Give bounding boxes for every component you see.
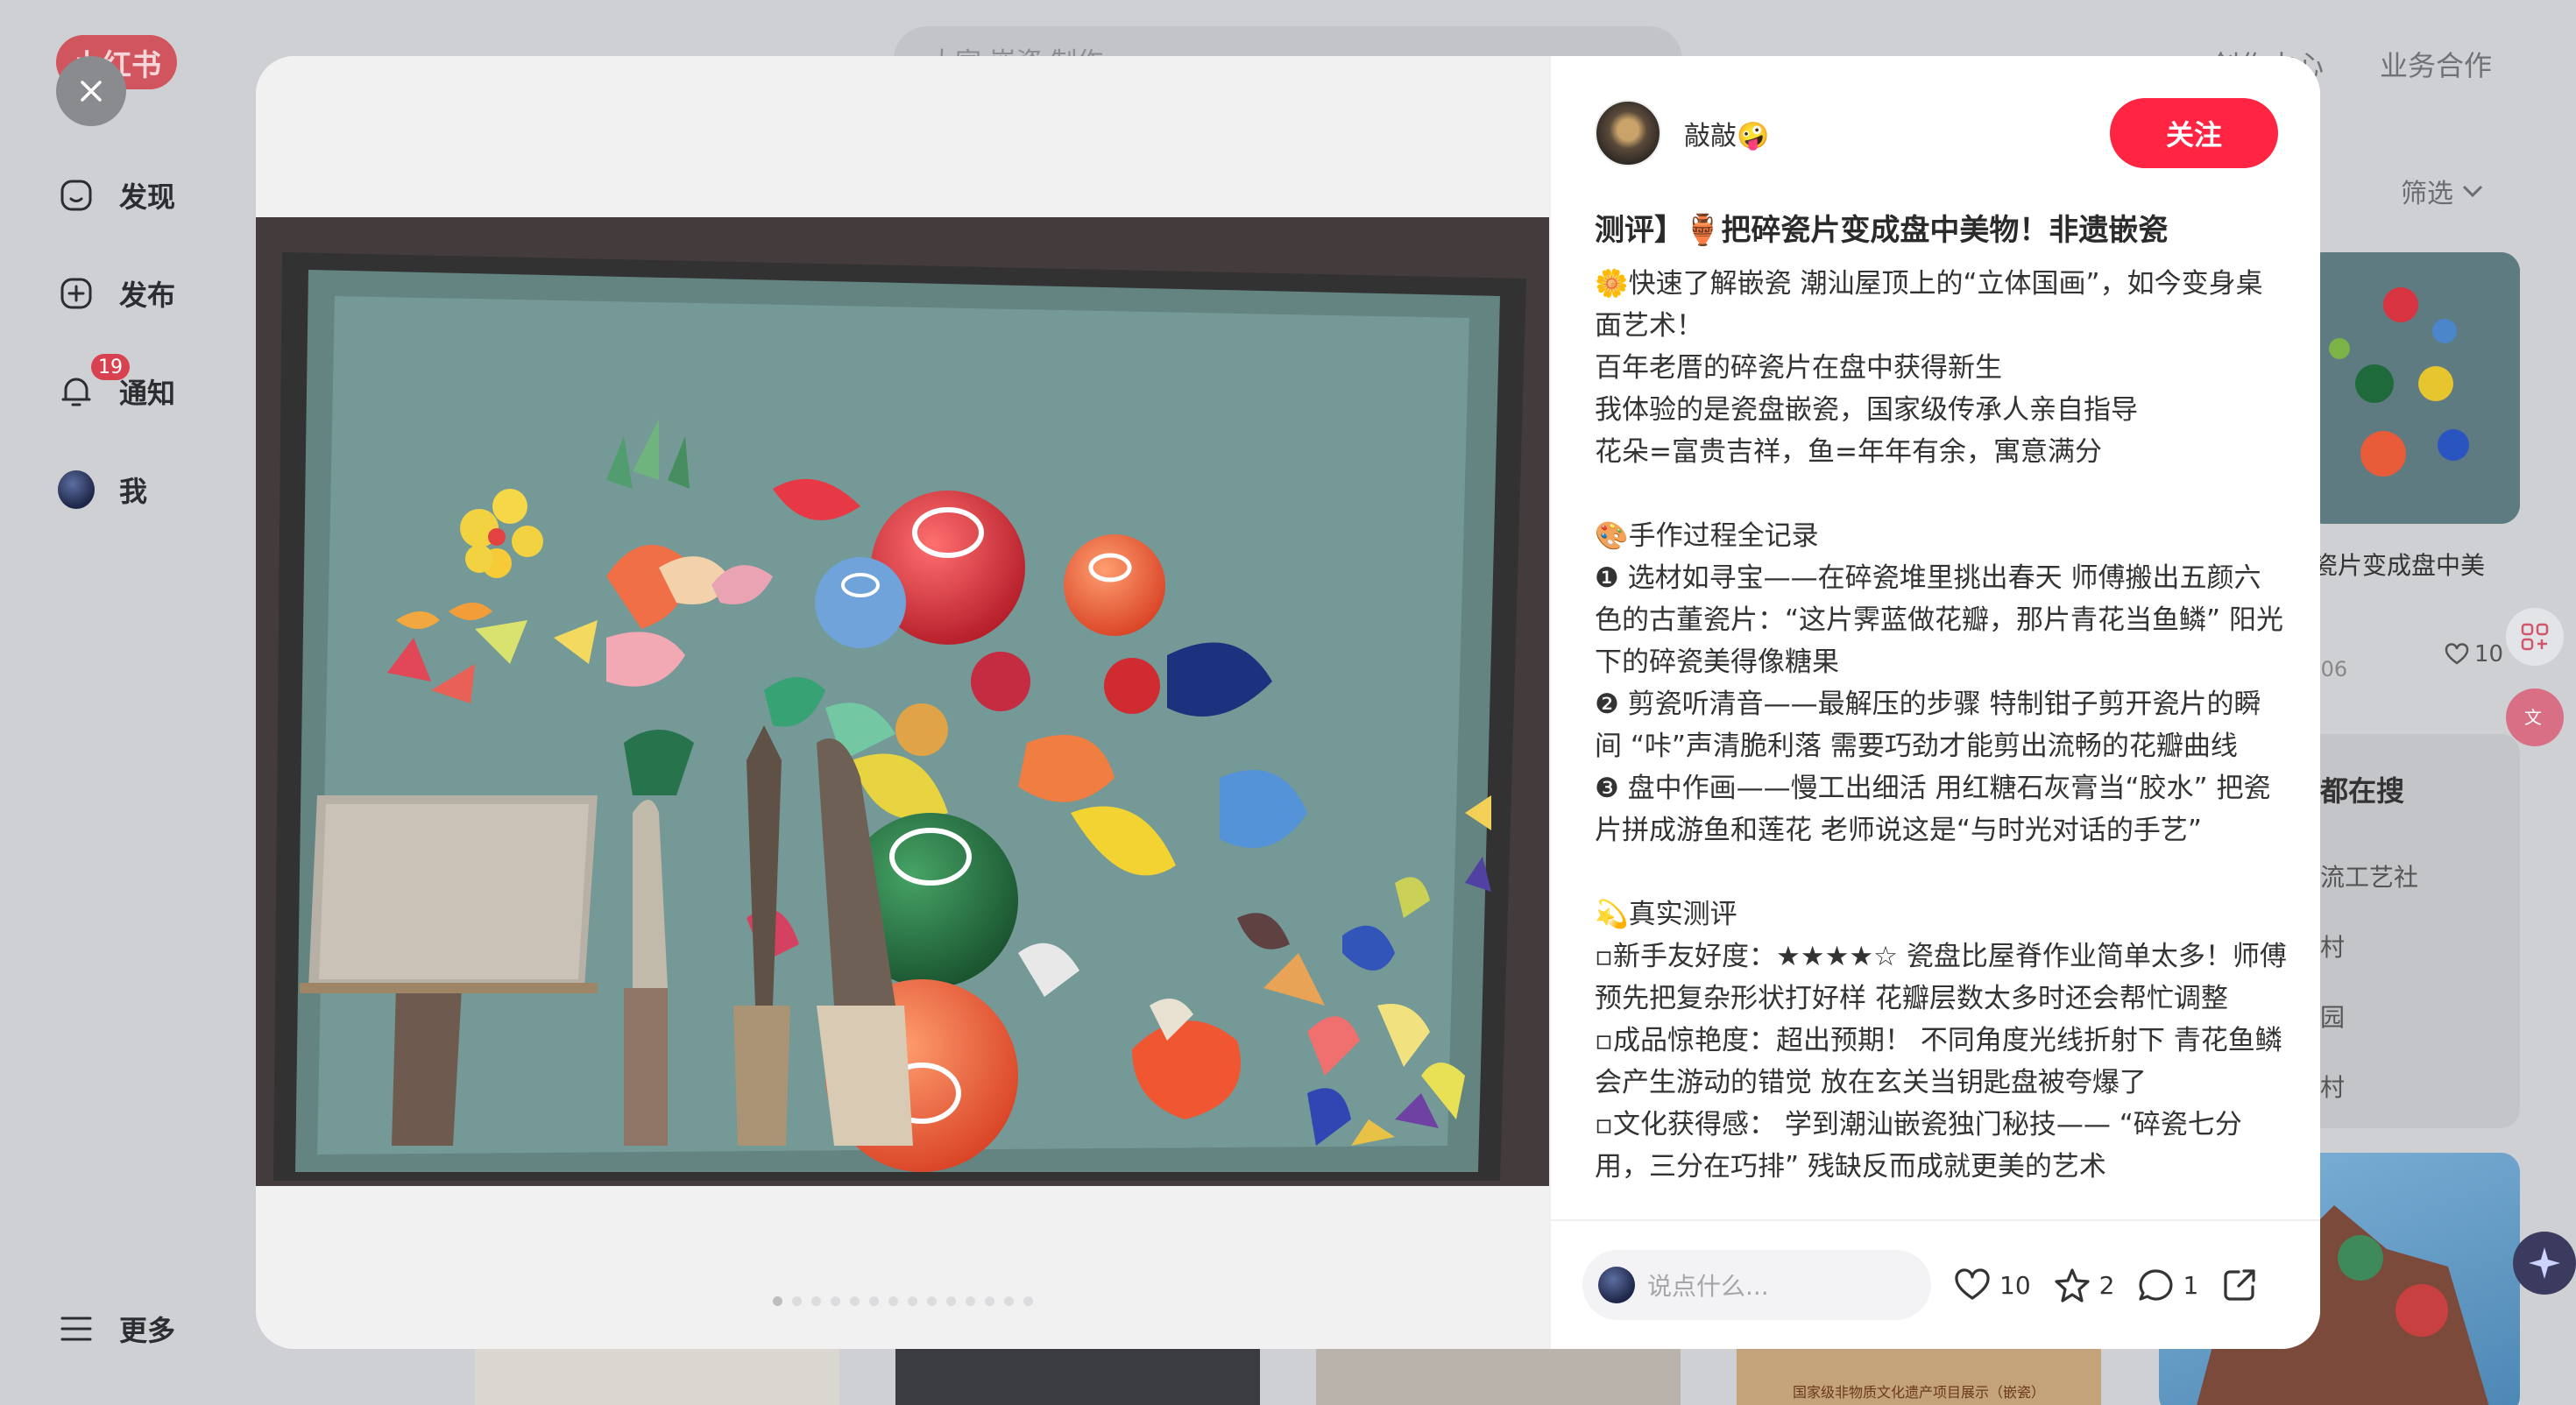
pagination-dot[interactable] — [984, 1296, 994, 1306]
note-detail-modal: 敲敲🤪 关注 测评】🏺把碎瓷片变成盘中美物！非遗嵌瓷 🌼快速了解嵌瓷 潮汕屋顶上… — [256, 56, 2320, 1349]
note-media-area[interactable] — [256, 56, 1549, 1349]
feed-card-title[interactable]: 瓷片变成盘中美 — [2313, 547, 2485, 582]
feed-card-image[interactable]: 国家级非物质文化遗产项目展示（嵌瓷） — [1737, 1349, 2101, 1405]
pagination-dot[interactable] — [1003, 1296, 1014, 1306]
comment-count: 1 — [2183, 1270, 2199, 1300]
sidebar-item-notifications[interactable]: 19 通知 — [58, 354, 176, 412]
note-text-line: ▫新手友好度：★★★★☆ 瓷盘比屋脊作业简单太多！师傅预先把复杂形状打好样 花瓣… — [1595, 941, 2287, 1014]
sidebar-item-me[interactable]: 我 — [58, 470, 147, 510]
filter-label: 筛选 — [2401, 179, 2453, 209]
notification-badge: 19 — [91, 354, 130, 380]
note-text-line: 百年老厝的碎瓷片在盘中获得新生 — [1595, 352, 2002, 384]
follow-button[interactable]: 关注 — [2110, 98, 2278, 168]
layout-grid-icon[interactable] — [2506, 608, 2564, 666]
filter-button[interactable]: 筛选 — [2401, 172, 2483, 210]
sidebar-item-label: 更多 — [119, 1314, 176, 1347]
image-pagination-dots[interactable] — [256, 1296, 1549, 1306]
engagement-bar: 说点什么... 10 2 1 — [1551, 1219, 2320, 1349]
note-text-line: ❶ 选材如寻宝——在碎瓷堆里挑出春天 师傅搬出五颜六色的古董瓷片：“这片霁蓝做花… — [1595, 562, 2283, 678]
user-avatar — [1598, 1267, 1635, 1303]
pagination-dot[interactable] — [907, 1296, 917, 1306]
note-title: 测评】🏺把碎瓷片变成盘中美物！非遗嵌瓷 — [1595, 213, 2169, 248]
ai-sparkle-icon[interactable] — [2513, 1232, 2576, 1295]
collect-count: 2 — [2098, 1270, 2115, 1300]
share-button[interactable] — [2221, 1267, 2258, 1303]
pagination-dot[interactable] — [965, 1296, 975, 1306]
feed-card-image[interactable] — [475, 1349, 839, 1405]
pagination-dot[interactable] — [791, 1296, 802, 1306]
feed-card-likes[interactable]: 10 — [2445, 641, 2503, 667]
note-text-line: ❷ 剪瓷听清音——最解压的步骤 特制钳子剪开瓷片的瞬间 “咔”声清脆利落 需要巧… — [1595, 688, 2261, 762]
pagination-dot[interactable] — [772, 1296, 782, 1306]
pagination-dot[interactable] — [1023, 1296, 1033, 1306]
trending-item[interactable]: 村 — [2320, 1069, 2345, 1104]
sidebar-item-label: 通知 — [119, 377, 176, 410]
trending-title: 都在搜 — [2320, 774, 2405, 808]
trending-item[interactable]: 流工艺社 — [2320, 858, 2418, 893]
note-content[interactable]: 测评】🏺把碎瓷片变成盘中美物！非遗嵌瓷 🌼快速了解嵌瓷 潮汕屋顶上的“立体国画”… — [1595, 205, 2287, 1281]
feed-card-image[interactable] — [1316, 1349, 1681, 1405]
svg-text:文: 文 — [2524, 707, 2542, 728]
comment-placeholder: 说点什么... — [1647, 1272, 1769, 1301]
note-text-line: ❸ 盘中作画——慢工出细活 用红糖石灰膏当“胶水” 把瓷片拼成游鱼和莲花 老师说… — [1595, 773, 2271, 846]
pagination-dot[interactable] — [830, 1296, 840, 1306]
pagination-dot[interactable] — [888, 1296, 898, 1306]
sidebar-item-label: 发现 — [119, 180, 176, 214]
user-avatar — [58, 470, 95, 509]
like-button[interactable]: 10 — [1954, 1268, 2031, 1302]
close-button[interactable] — [56, 56, 126, 126]
sidebar-item-publish[interactable]: 发布 — [58, 273, 175, 314]
pagination-dot[interactable] — [945, 1296, 956, 1306]
collect-button[interactable]: 2 — [2054, 1267, 2115, 1303]
heart-icon — [2445, 643, 2469, 665]
pagination-dot[interactable] — [926, 1296, 937, 1306]
author-name[interactable]: 敲敲🤪 — [1684, 114, 1769, 152]
note-body: 🌼快速了解嵌瓷 潮汕屋顶上的“立体国画”，如今变身桌面艺术！ 百年老厝的碎瓷片在盘… — [1595, 263, 2287, 1188]
note-text-line: 🌼快速了解嵌瓷 潮汕屋顶上的“立体国画”，如今变身桌面艺术！ — [1595, 268, 2263, 342]
menu-icon — [58, 1310, 95, 1347]
sidebar-item-discover[interactable]: 发现 — [58, 175, 175, 215]
comment-input[interactable]: 说点什么... — [1582, 1250, 1931, 1320]
author-avatar[interactable] — [1595, 100, 1661, 166]
note-text-line: ▫文化获得感： 学到潮汕嵌瓷独门秘技—— “碎瓷七分用，三分在巧排” 残缺反而成… — [1595, 1109, 2242, 1183]
pagination-dot[interactable] — [810, 1296, 821, 1306]
note-side-panel: 敲敲🤪 关注 测评】🏺把碎瓷片变成盘中美物！非遗嵌瓷 🌼快速了解嵌瓷 潮汕屋顶上… — [1549, 56, 2320, 1349]
share-icon — [2224, 1269, 2255, 1301]
trending-item[interactable]: 村 — [2320, 928, 2345, 964]
note-text-line: 💫真实测评 — [1595, 899, 1737, 930]
feed-card-image[interactable] — [895, 1349, 1260, 1405]
trending-item[interactable]: 园 — [2320, 999, 2345, 1034]
chevron-down-icon — [2462, 185, 2483, 197]
plus-square-icon — [58, 275, 95, 312]
bell-icon: 19 — [58, 354, 130, 410]
translate-icon[interactable]: 文 — [2506, 688, 2564, 746]
banner-text: 国家级非物质文化遗产项目展示（嵌瓷） — [1792, 1384, 2045, 1401]
sidebar-item-more[interactable]: 更多 — [58, 1309, 175, 1349]
note-photo[interactable] — [256, 217, 1549, 1186]
home-icon — [58, 177, 95, 214]
sidebar-item-label: 发布 — [119, 279, 176, 312]
feed-card-likes-count: 10 — [2474, 641, 2504, 667]
pagination-dot[interactable] — [849, 1296, 860, 1306]
feed-card-image[interactable] — [2304, 252, 2520, 524]
note-text-line: ▫成品惊艳度：超出预期！ 不同角度光线折射下 青花鱼鳞会产生游动的错觉 放在玄关… — [1595, 1025, 2282, 1098]
close-icon — [81, 81, 102, 102]
star-icon — [2055, 1268, 2090, 1303]
note-text-line: 我体验的是瓷盘嵌瓷，国家级传承人亲自指导 — [1595, 394, 2138, 426]
business-link[interactable]: 业务合作 — [2380, 44, 2492, 84]
comment-bubble-icon — [2139, 1269, 2173, 1301]
note-text-line: 🎨手作过程全记录 — [1595, 520, 1819, 552]
sidebar-item-label: 我 — [119, 475, 148, 508]
author-row: 敲敲🤪 关注 — [1595, 96, 2278, 170]
note-text-line: 花朵=富贵吉祥，鱼=年年有余，寓意满分 — [1595, 436, 2102, 468]
heart-icon — [1955, 1268, 1990, 1300]
like-count: 10 — [1999, 1270, 2031, 1300]
comment-button[interactable]: 1 — [2137, 1267, 2198, 1303]
pagination-dot[interactable] — [868, 1296, 879, 1306]
